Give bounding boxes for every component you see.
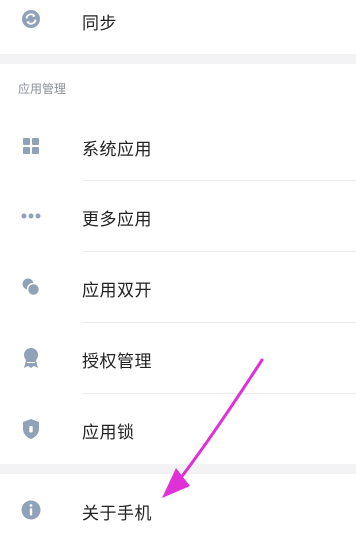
settings-item-more-apps[interactable]: 更多应用 xyxy=(0,188,356,244)
settings-item-label: 应用锁 xyxy=(82,423,135,443)
shield-lock-icon xyxy=(20,418,42,440)
settings-item-sync[interactable]: 同步 xyxy=(0,0,356,42)
settings-item-label: 同步 xyxy=(82,14,117,34)
badge-icon xyxy=(20,347,42,369)
info-icon xyxy=(20,499,42,521)
settings-item-about-phone[interactable]: 关于手机 xyxy=(0,482,356,538)
row-divider xyxy=(82,251,356,252)
settings-item-system-apps[interactable]: 系统应用 xyxy=(0,118,356,174)
dual-app-icon xyxy=(20,276,42,298)
settings-screen: 同步 应用管理 系统应用 更多应用 应用双开 授权管理 应用锁 关于手机 xyxy=(0,0,356,540)
row-divider xyxy=(82,322,356,323)
section-separator xyxy=(0,54,356,64)
row-divider xyxy=(82,180,356,181)
settings-item-label: 关于手机 xyxy=(82,504,152,524)
settings-item-dual-apps[interactable]: 应用双开 xyxy=(0,259,356,315)
settings-item-permissions[interactable]: 授权管理 xyxy=(0,330,356,386)
sync-icon xyxy=(20,8,42,30)
section-separator xyxy=(0,464,356,474)
section-header: 应用管理 xyxy=(18,82,67,96)
row-divider xyxy=(82,393,356,394)
settings-item-label: 应用双开 xyxy=(82,281,152,301)
settings-item-label: 系统应用 xyxy=(82,140,152,160)
grid-icon xyxy=(20,135,42,157)
settings-item-label: 更多应用 xyxy=(82,210,152,230)
settings-item-label: 授权管理 xyxy=(82,352,152,372)
more-dots-icon xyxy=(20,205,42,227)
settings-item-app-lock[interactable]: 应用锁 xyxy=(0,401,356,457)
